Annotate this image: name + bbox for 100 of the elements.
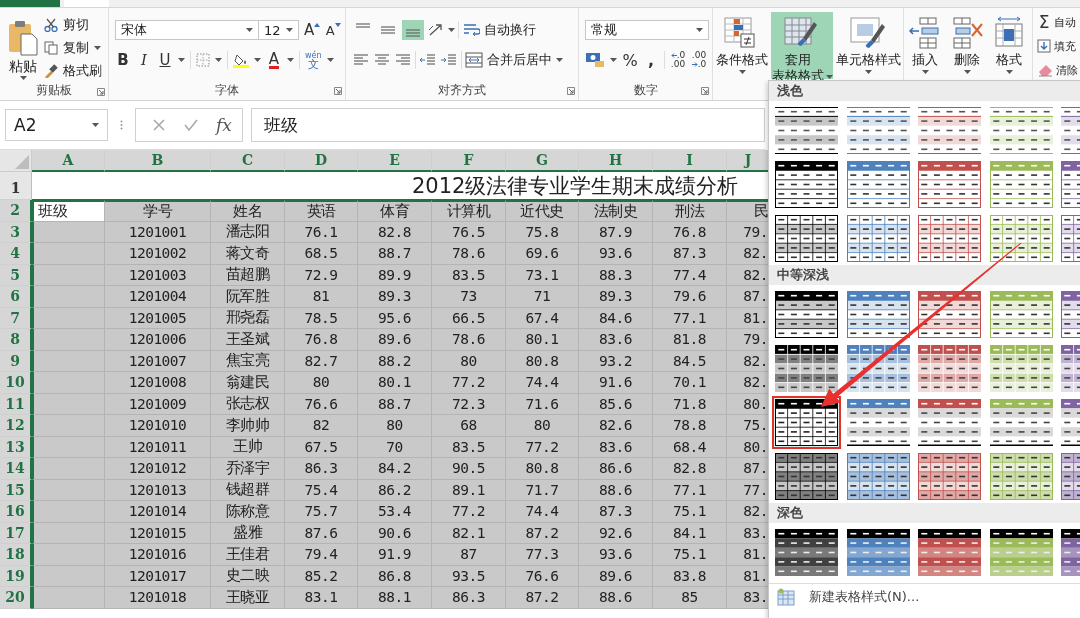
table-cell: 1201005 — [105, 307, 211, 329]
table-cell: 71.6 — [506, 393, 579, 415]
row-header[interactable]: 17 — [0, 522, 32, 544]
number-format-field[interactable]: 常规 — [585, 20, 709, 40]
column-header[interactable]: H — [579, 150, 653, 172]
table-style-option[interactable] — [772, 395, 841, 449]
cut-button[interactable]: 剪切 — [44, 15, 102, 35]
row-header[interactable]: 14 — [0, 458, 32, 480]
table-cell: 83.8 — [653, 565, 727, 587]
row-header[interactable]: 18 — [0, 544, 32, 566]
row-header[interactable]: 3 — [0, 221, 32, 243]
caret-icon — [921, 70, 929, 74]
increase-decimal-button[interactable]: .0 .00 — [670, 50, 686, 70]
column-header[interactable]: A — [32, 150, 105, 172]
phonetic-button[interactable]: wén 文 — [305, 50, 322, 70]
paste-button[interactable]: 粘贴 — [0, 12, 44, 80]
row-header[interactable]: 20 — [0, 587, 32, 609]
table-cell: 1201004 — [105, 286, 211, 308]
section-header: 深色 — [769, 503, 1080, 523]
autosum-button[interactable]: Σ 自动 — [1037, 12, 1076, 32]
formula-field[interactable]: 班级 — [250, 108, 765, 142]
column-header[interactable]: G — [506, 150, 579, 172]
new-table-style-item[interactable]: 新建表格样式(N)... — [777, 588, 920, 606]
row-header[interactable]: 11 — [0, 393, 32, 415]
row-header[interactable]: 9 — [0, 350, 32, 372]
currency-icon[interactable] — [585, 52, 605, 68]
table-cell: 93.5 — [432, 565, 506, 587]
cell-styles-button[interactable]: 单元格样式 — [833, 12, 903, 79]
row-header[interactable]: 16 — [0, 501, 32, 523]
row-header[interactable]: 10 — [0, 372, 32, 394]
column-header[interactable]: D — [285, 150, 358, 172]
row-header[interactable]: 12 — [0, 415, 32, 437]
table-cell: 87. — [727, 458, 770, 480]
table-cell: 83.1 — [285, 587, 358, 609]
table-cell: 93.2 — [579, 350, 653, 372]
column-header[interactable]: C — [211, 150, 285, 172]
italic-button[interactable]: I — [136, 50, 152, 70]
table-cell: 86.3 — [285, 458, 358, 480]
format-painter-button[interactable]: 格式刷 — [44, 61, 102, 81]
orientation-icon[interactable] — [427, 22, 445, 38]
row-header[interactable]: 19 — [0, 565, 32, 587]
column-header[interactable]: F — [432, 150, 506, 172]
dialog-launcher-icon[interactable] — [97, 88, 105, 96]
caret-icon — [215, 58, 222, 62]
copy-button[interactable]: 复制 — [44, 38, 102, 58]
table-cell: 92.6 — [579, 522, 653, 544]
comma-button[interactable]: , — [643, 50, 659, 70]
row-header[interactable]: 1 — [0, 172, 32, 200]
table-cell: 85.6 — [579, 393, 653, 415]
table-cell: 1201013 — [105, 479, 211, 501]
fill-button[interactable]: 填充 — [1037, 36, 1076, 56]
font-name-field[interactable]: 宋体 — [115, 20, 259, 40]
underline-button[interactable]: U — [157, 50, 173, 70]
insert-button[interactable]: 插入 — [904, 12, 946, 76]
delete-button[interactable]: 删除 — [946, 12, 988, 76]
name-box[interactable]: A2 — [5, 109, 108, 141]
column-header[interactable]: E — [358, 150, 432, 172]
insert-function-button[interactable]: fx — [216, 115, 232, 135]
table-cell: 88.6 — [579, 479, 653, 501]
row-header[interactable]: 6 — [0, 286, 32, 308]
dialog-launcher-icon[interactable] — [334, 87, 342, 95]
table-cell: 91.6 — [579, 372, 653, 394]
clear-button[interactable]: 清除 — [1037, 60, 1078, 80]
clipboard-icon — [8, 20, 38, 56]
column-header[interactable]: J — [727, 150, 770, 172]
table-cell: 78.6 — [432, 329, 506, 351]
row-header[interactable]: 5 — [0, 264, 32, 286]
conditional-formatting-button[interactable]: 条件格式 — [713, 12, 771, 79]
table-style-icon — [775, 398, 838, 446]
column-header[interactable]: I — [653, 150, 727, 172]
table-cell: 1201015 — [105, 522, 211, 544]
percent-button[interactable]: % — [622, 50, 638, 70]
row-header[interactable]: 4 — [0, 243, 32, 265]
row-header[interactable]: 7 — [0, 307, 32, 329]
font-color-button[interactable]: A — [266, 50, 282, 70]
fill-color-icon[interactable] — [233, 52, 249, 68]
font-size-field[interactable]: 12 — [258, 20, 299, 40]
merge-center-button[interactable]: 合并后居中 — [465, 50, 563, 70]
format-button[interactable]: 格式 — [988, 12, 1030, 76]
dialog-launcher-icon[interactable] — [701, 87, 709, 95]
row-header[interactable]: 2 — [0, 200, 32, 222]
row-header[interactable]: 8 — [0, 329, 32, 351]
table-style-icon — [989, 398, 1053, 446]
decrease-decimal-button[interactable]: .00 .0 — [691, 50, 707, 70]
table-cell: 86.2 — [358, 479, 432, 501]
table-style-icon — [846, 290, 910, 338]
bold-button[interactable]: B — [115, 50, 131, 70]
row-header[interactable]: 15 — [0, 479, 32, 501]
table-cell: 66.5 — [432, 307, 506, 329]
row-header[interactable]: 13 — [0, 436, 32, 458]
table-cell: 81.8 — [653, 329, 727, 351]
table-cell: 89.9 — [358, 264, 432, 286]
table-cell: 77.2 — [432, 372, 506, 394]
dialog-launcher-icon[interactable] — [567, 87, 575, 95]
table-cell: 1201003 — [105, 264, 211, 286]
table-cell: 71.7 — [506, 479, 579, 501]
grow-font-button[interactable]: A — [304, 20, 321, 40]
shrink-font-button[interactable]: A — [325, 20, 342, 40]
column-header[interactable]: B — [105, 150, 211, 172]
wrap-text-button[interactable]: 自动换行 — [462, 20, 536, 40]
